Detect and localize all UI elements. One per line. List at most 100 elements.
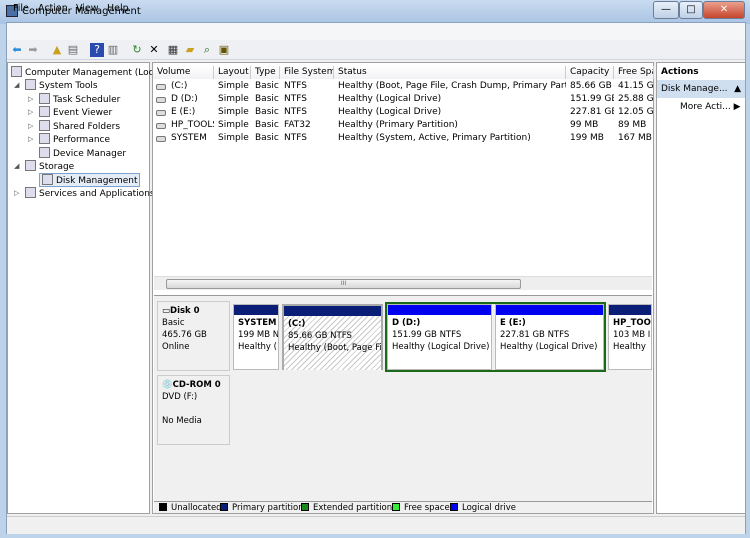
delete-icon[interactable]: ✕ [147, 43, 161, 57]
storage-icon [25, 160, 36, 171]
more-actions-label: More Acti... [680, 102, 731, 112]
legend: Unallocated Primary partition Extended par… [154, 501, 652, 513]
column-header-volume[interactable]: Volume [153, 66, 214, 79]
expander-icon[interactable]: ◢ [14, 162, 19, 170]
partition-system[interactable]: SYSTEM 199 MB N Healthy ( [233, 304, 279, 370]
tree-item-disk-management[interactable]: Disk Management [39, 172, 141, 187]
tree-item-system-tools[interactable]: System Tools [25, 79, 98, 91]
expander-icon[interactable]: ▷ [28, 95, 33, 103]
disk-name: ▭Disk 0 [162, 305, 225, 317]
partition-label: D (D:) 151.99 GB NTFS Healthy (Logical Dri… [388, 315, 491, 369]
up-folder-icon[interactable]: ▲ [50, 43, 64, 57]
partition-type-bar [609, 305, 651, 315]
actions-section-disk-management[interactable]: Disk Manage... ▲ [657, 80, 745, 98]
drive-icon [156, 123, 166, 129]
disk-management-pane: III ▭Disk 0 Basic 465.76 GB Online SYSTEM 199… [152, 62, 654, 514]
back-icon[interactable]: ⬅ [10, 43, 24, 57]
column-header-free-spa[interactable]: Free Spa [614, 66, 654, 79]
cell-file-system: NTFS [284, 133, 307, 143]
tree-item-event-viewer[interactable]: Event Viewer [39, 106, 112, 118]
cell-file-system: FAT32 [284, 120, 311, 130]
minimize-button[interactable]: — [653, 1, 679, 19]
cell-layout: Simple [218, 81, 249, 91]
legend-item-extended-partition: Extended partition [301, 503, 392, 513]
expander-icon[interactable]: ▷ [28, 135, 33, 143]
menu-action[interactable]: Action [38, 3, 68, 14]
expander-icon[interactable]: ◢ [14, 81, 19, 89]
legend-swatch [220, 503, 228, 511]
legend-swatch [450, 503, 458, 511]
forward-icon[interactable]: ➡ [26, 43, 40, 57]
show-hide-action-icon[interactable]: ▥ [106, 43, 120, 57]
expander-icon[interactable]: ▷ [28, 122, 33, 130]
refresh-icon[interactable]: ↻ [130, 43, 144, 57]
table-row[interactable]: (C:) Simple Basic NTFS Healthy (Boot, Page F… [153, 80, 654, 93]
tree-item-device-manager[interactable]: Device Manager [39, 146, 126, 159]
legend-swatch [301, 503, 309, 511]
search-icon[interactable]: ⌕ [200, 43, 214, 57]
cell-file-system: NTFS [284, 107, 307, 117]
disk-info-cd-rom-0[interactable]: 💿CD-ROM 0 DVD (F:) No Media [157, 375, 230, 445]
actions-header: Actions [661, 67, 699, 77]
tree-item-task-scheduler[interactable]: Task Scheduler [39, 92, 120, 105]
cell-file-system: NTFS [284, 94, 307, 104]
device-manager-icon [39, 146, 50, 158]
legend-item-primary-partition: Primary partition [220, 503, 304, 513]
partition-status: Healthy ( [238, 342, 277, 352]
maximize-button[interactable]: □ [679, 1, 703, 19]
expander-icon[interactable]: ▷ [14, 189, 19, 197]
cdrom-icon: 💿 [162, 380, 173, 390]
disk-info-disk-0[interactable]: ▭Disk 0 Basic 465.76 GB Online [157, 301, 230, 371]
column-header-status[interactable]: Status [334, 66, 566, 79]
open-icon[interactable]: ▰ [183, 43, 197, 57]
properties-icon[interactable]: ▦ [166, 43, 180, 57]
table-row[interactable]: D (D:) Simple Basic NTFS Healthy (Logical Dr… [153, 93, 654, 106]
column-header-type[interactable]: Type [251, 66, 280, 79]
partition-e-e[interactable]: E (E:) 227.81 GB NTFS Healthy (Logical Dri… [495, 304, 604, 370]
collapse-icon: ▲ [734, 84, 741, 94]
expander-icon[interactable]: ▷ [28, 108, 33, 116]
table-row[interactable]: E (E:) Simple Basic NTFS Healthy (Logical Dr… [153, 106, 654, 119]
tree-item-performance[interactable]: Performance [39, 133, 110, 145]
console-tree: Computer Management (Local ◢ System Tools ▷… [7, 62, 162, 514]
disk-management-icon [42, 173, 53, 185]
tree-item-shared-folders[interactable]: Shared Folders [39, 119, 120, 132]
cell-layout: Simple [218, 107, 249, 117]
cell-layout: Simple [218, 120, 249, 130]
partition-c[interactable]: (C:) 85.66 GB NTFS Healthy (Boot, Page Fil [282, 304, 383, 370]
tree-item-services-and-applications[interactable]: Services and Applications [25, 187, 155, 199]
menu-bar [7, 23, 745, 40]
cell-file-system: NTFS [284, 81, 307, 91]
horizontal-scrollbar[interactable]: III [154, 276, 652, 290]
cell-free-spa: 12.05 GB [618, 107, 654, 117]
menu-help[interactable]: Help [107, 3, 129, 14]
legend-label: Unallocated [171, 503, 222, 513]
more-actions[interactable]: More Acti... ▶ [680, 102, 741, 112]
column-header-layout[interactable]: Layout [214, 66, 251, 79]
partition-size: 151.99 GB NTFS [392, 330, 462, 340]
close-button[interactable]: ✕ [703, 1, 745, 19]
cell-capacity: 85.66 GB [570, 81, 612, 91]
cell-type: Basic [255, 120, 279, 130]
column-header-file-system[interactable]: File System [280, 66, 334, 79]
table-row[interactable]: SYSTEM Simple Basic NTFS Healthy (System, Ac… [153, 132, 653, 145]
rescan-icon[interactable]: ▣ [217, 43, 231, 57]
drive-icon [156, 84, 166, 90]
drive-icon [156, 136, 166, 142]
tree-item-storage[interactable]: Storage [25, 160, 74, 172]
tree-item-computer-management[interactable]: Computer Management (Local [11, 66, 162, 78]
column-header-capacity[interactable]: Capacity [566, 66, 614, 79]
menu-file[interactable]: File [13, 3, 29, 14]
menu-view[interactable]: View [76, 3, 99, 14]
show-hide-tree-icon[interactable]: ▤ [66, 43, 80, 57]
table-row[interactable]: HP_TOOLS Simple Basic FAT32 Healthy (Primary… [153, 119, 653, 132]
cell-volume: D (D:) [171, 94, 198, 104]
partition-name: (C:) [288, 319, 306, 329]
scrollbar-thumb[interactable]: III [166, 279, 521, 289]
partition-hp-too[interactable]: HP_TOO 103 MB I Healthy [608, 304, 652, 370]
legend-label: Extended partition [313, 503, 393, 513]
partition-d-d[interactable]: D (D:) 151.99 GB NTFS Healthy (Logical Dri… [387, 304, 492, 370]
help-icon[interactable]: ? [90, 43, 104, 57]
cell-layout: Simple [218, 94, 249, 104]
partition-name: SYSTEM [238, 318, 277, 328]
